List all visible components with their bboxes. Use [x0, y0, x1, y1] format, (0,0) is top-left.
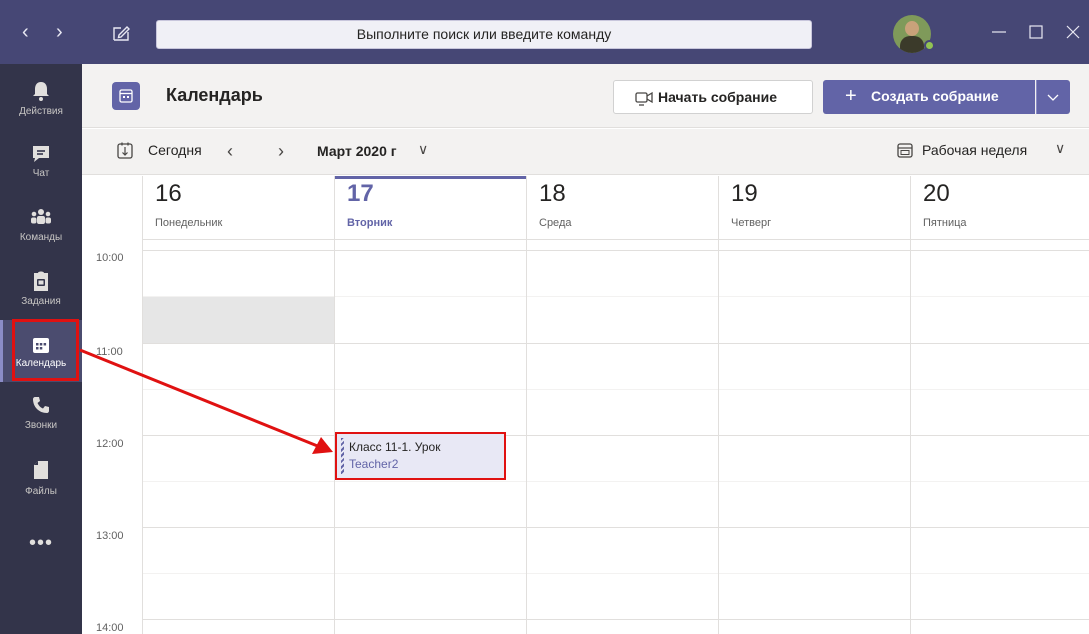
day-column-line [142, 240, 143, 634]
time-label: 12:00 [96, 438, 124, 450]
day-name: Среда [539, 217, 572, 229]
day-name: Четверг [731, 217, 772, 229]
bell-icon [33, 82, 49, 101]
chat-icon [33, 146, 49, 162]
day-number: 18 [539, 180, 566, 207]
day-header-thu: 19 Четверг [718, 176, 910, 240]
rail-label-activity: Действия [19, 106, 63, 117]
day-column-line [718, 240, 719, 634]
compose-icon[interactable] [112, 24, 130, 42]
day-column-line [526, 240, 527, 634]
previous-week-button[interactable]: ‹ [227, 141, 233, 162]
rail-item-assignments[interactable]: Задания [0, 262, 82, 324]
hour-line [142, 250, 1089, 251]
minimize-icon[interactable] [989, 20, 1009, 44]
day-name: Вторник [347, 217, 393, 229]
busy-time-slot [143, 296, 334, 343]
next-week-button[interactable]: › [278, 141, 284, 162]
half-hour-line [142, 296, 1089, 297]
hour-line [142, 527, 1089, 528]
day-header-mon: 16 Понедельник [142, 176, 334, 240]
hour-line [142, 435, 1089, 436]
assignments-icon [34, 271, 48, 291]
hour-line [142, 343, 1089, 344]
meet-now-label: Начать собрание [658, 89, 777, 105]
teams-icon [31, 209, 51, 224]
highlight-box [12, 319, 79, 381]
chevron-down-icon[interactable]: ∨ [418, 141, 428, 158]
event-title: Класс 11-1. Урок [349, 440, 441, 454]
day-header-fri: 20 Пятница [910, 176, 1089, 240]
event-organizer: Teacher2 [349, 457, 399, 471]
rail-item-files[interactable]: Файлы [0, 450, 82, 512]
day-number: 19 [731, 180, 758, 207]
day-number: 16 [155, 180, 182, 207]
chevron-down-icon[interactable]: ∨ [1055, 140, 1065, 157]
more-apps-button[interactable]: ••• [0, 532, 82, 555]
back-button[interactable]: ‹ [22, 22, 29, 42]
week-grid: 16 Понедельник 17 Вторник 18 Среда 19 Че… [82, 176, 1089, 634]
page-title: Календарь [166, 85, 263, 105]
chevron-down-icon [1036, 80, 1059, 114]
rail-label-assignments: Задания [21, 296, 61, 307]
close-icon[interactable] [1063, 20, 1083, 44]
calendar-view: Календарь Начать собрание + Создать собр… [82, 64, 1089, 634]
new-meeting-dropdown-button[interactable] [1036, 80, 1070, 114]
plus-icon: + [845, 85, 857, 107]
day-header-tue: 17 Вторник [334, 176, 526, 240]
day-header-wed: 18 Среда [526, 176, 718, 240]
time-label: 13:00 [96, 530, 124, 542]
search-input[interactable]: Выполните поиск или введите команду [156, 20, 812, 49]
day-number: 17 [347, 180, 374, 207]
day-column-line [910, 240, 911, 634]
rail-item-calls[interactable]: Звонки [0, 384, 82, 446]
rail-item-teams[interactable]: Команды [0, 198, 82, 260]
day-number: 20 [923, 180, 950, 207]
calendar-header: Календарь Начать собрание + Создать собр… [82, 64, 1089, 128]
hour-line [142, 619, 1089, 620]
event-tentative-stripe [341, 438, 344, 474]
view-switcher[interactable]: Рабочая неделя [922, 142, 1027, 158]
new-meeting-label: Создать собрание [871, 88, 999, 104]
calendar-badge-icon [112, 82, 140, 110]
today-button[interactable]: Сегодня [148, 142, 202, 158]
half-hour-line [142, 481, 1089, 482]
today-calendar-icon [117, 142, 133, 159]
half-hour-line [142, 573, 1089, 574]
teams-app: ‹ › Выполните поиск или введите команду [0, 0, 1089, 634]
forward-button[interactable]: › [56, 22, 63, 42]
new-meeting-button[interactable]: + Создать собрание [823, 80, 1035, 114]
rail-item-activity[interactable]: Действия [0, 70, 82, 132]
maximize-icon[interactable] [1026, 20, 1046, 44]
file-icon [34, 461, 48, 479]
rail-label-files: Файлы [25, 486, 57, 497]
month-picker[interactable]: Март 2020 г [317, 143, 397, 159]
time-label: 14:00 [96, 622, 124, 634]
meet-now-button[interactable]: Начать собрание [613, 80, 813, 114]
phone-icon [33, 397, 49, 413]
time-label: 11:00 [96, 346, 123, 358]
calendar-event[interactable]: Класс 11-1. Урок Teacher2 [335, 432, 506, 480]
rail-label-calls: Звонки [24, 420, 58, 431]
video-camera-icon [635, 91, 653, 106]
rail-item-chat[interactable]: Чат [0, 134, 82, 196]
rail-label-teams: Команды [19, 232, 63, 243]
half-hour-line [142, 389, 1089, 390]
time-label: 10:00 [96, 252, 124, 264]
day-name: Пятница [923, 217, 967, 229]
day-name: Понедельник [155, 217, 223, 229]
title-bar: ‹ › Выполните поиск или введите команду [0, 0, 1089, 64]
calendar-view-icon [897, 143, 913, 158]
presence-status-icon [924, 40, 935, 51]
rail-label-chat: Чат [32, 168, 50, 179]
active-indicator [0, 320, 3, 382]
calendar-toolbar: Сегодня ‹ › Март 2020 г ∨ Рабочая неделя… [82, 129, 1089, 175]
